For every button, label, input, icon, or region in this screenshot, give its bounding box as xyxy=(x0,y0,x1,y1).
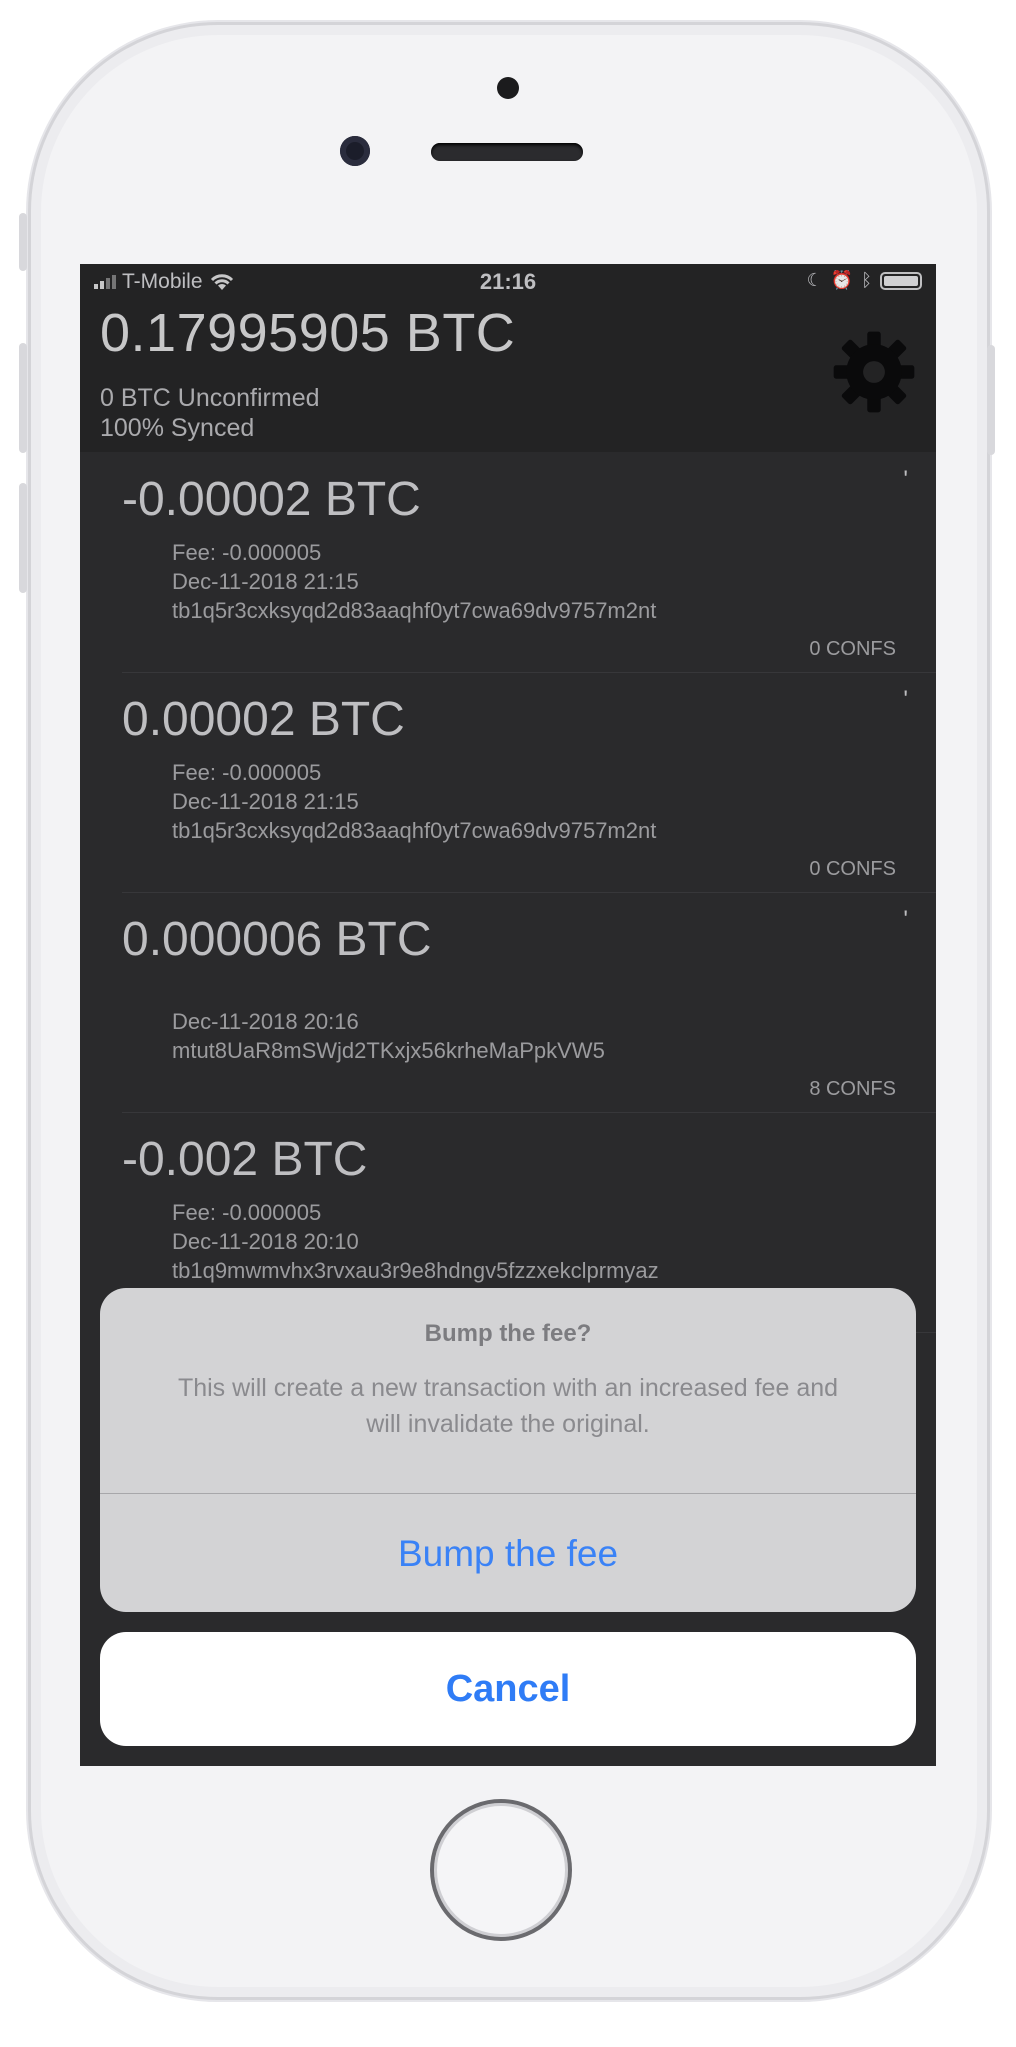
volume-up-button xyxy=(19,343,27,453)
volume-down-button xyxy=(19,483,27,593)
action-sheet: Bump the fee? This will create a new tra… xyxy=(100,1288,916,1612)
bump-fee-button[interactable]: Bump the fee xyxy=(100,1494,916,1612)
front-camera xyxy=(340,136,370,166)
mute-switch xyxy=(19,213,27,271)
action-sheet-title: Bump the fee? xyxy=(424,1320,592,1347)
earpiece-speaker xyxy=(431,143,583,161)
screen: T-Mobile 21:16 ☾ ⏰ ᛒ 0.17995905 BTC 0 BT… xyxy=(80,264,936,1766)
power-button xyxy=(987,345,995,455)
home-button[interactable] xyxy=(430,1799,572,1941)
proximity-sensor xyxy=(497,77,519,99)
cancel-button[interactable]: Cancel xyxy=(100,1632,916,1746)
action-sheet-message: This will create a new transaction with … xyxy=(177,1374,839,1438)
